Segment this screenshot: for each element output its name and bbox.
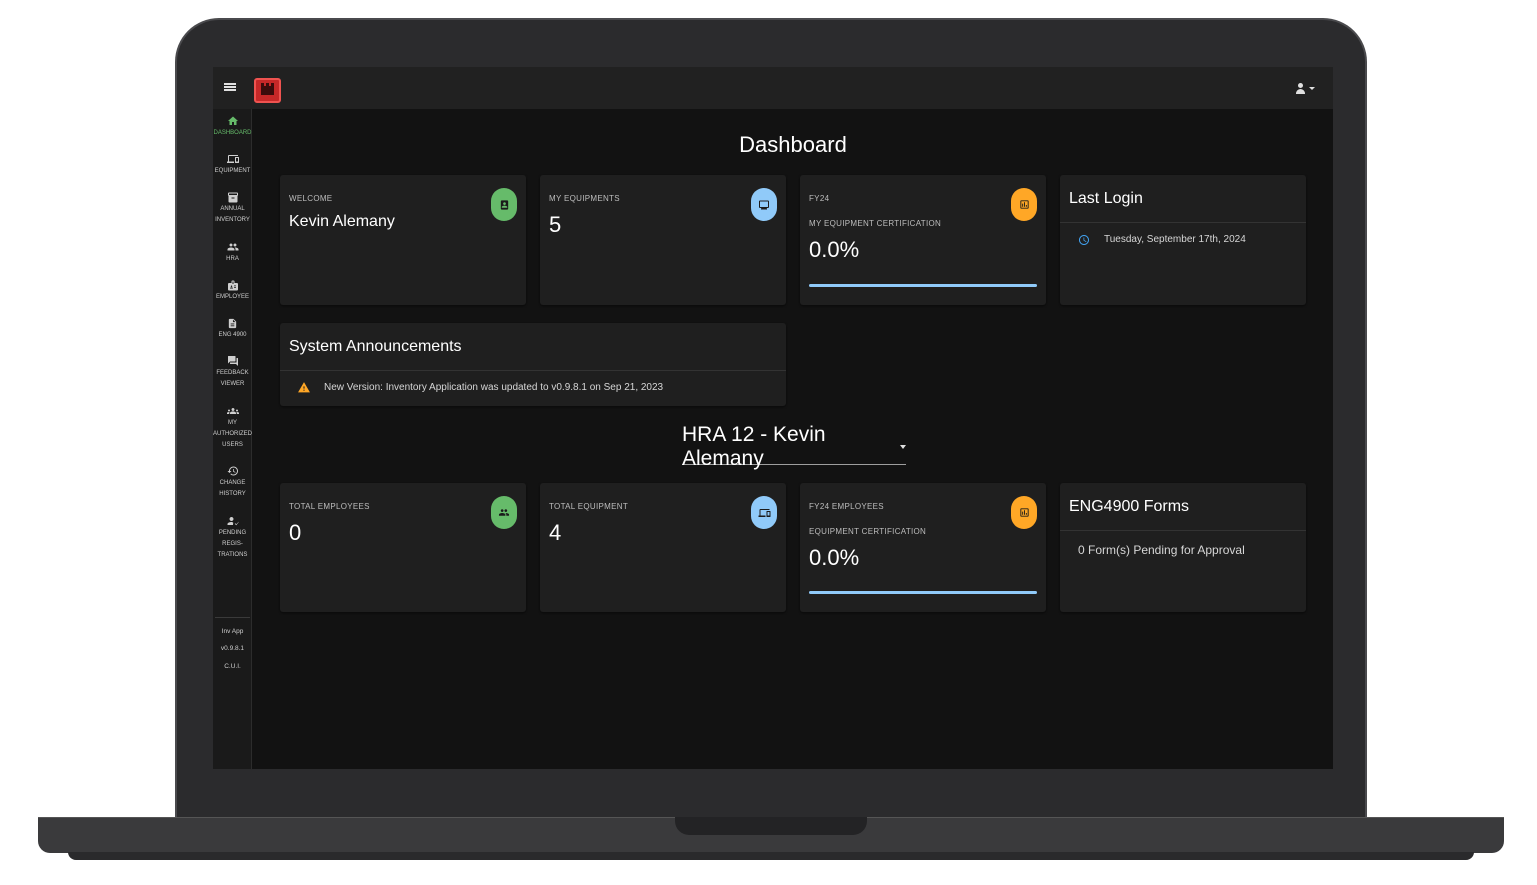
user-name: Kevin Alemany: [289, 213, 395, 230]
system-announcements-card: System Announcements New Version: Invent…: [280, 323, 786, 406]
sidebar-item-annual-inventory[interactable]: ANNUAL INVENTORY: [213, 191, 252, 226]
people-icon: [491, 496, 517, 529]
castle-logo[interactable]: [254, 78, 281, 103]
sidebar-item-label: PENDING REGIS- TRATIONS: [217, 530, 248, 558]
my-equipments-count: 5: [549, 212, 562, 237]
chevron-down-icon: [1309, 87, 1315, 90]
user-menu-button[interactable]: [1296, 83, 1315, 94]
announcement-message: New Version: Inventory Application was u…: [324, 382, 664, 393]
eng4900-forms-card[interactable]: ENG4900 Forms 0 Form(s) Pending for Appr…: [1060, 483, 1306, 612]
badge-icon: [227, 279, 239, 291]
sidebar-item-label: MY AUTHORIZED USERS: [213, 420, 252, 448]
certification-percent: 0.0%: [809, 237, 860, 262]
sidebar-item-label: CHANGE HISTORY: [219, 480, 246, 497]
sidebar-item-change-history[interactable]: CHANGE HISTORY: [213, 465, 252, 500]
employees-certification-card[interactable]: FY24 EMPLOYEES EQUIPMENT CERTIFICATION 0…: [800, 483, 1046, 612]
welcome-label: WELCOME: [289, 194, 333, 203]
total-equipment-card[interactable]: TOTAL EQUIPMENT 4: [540, 483, 786, 612]
divider: [1060, 530, 1306, 531]
top-app-bar: [213, 67, 1333, 109]
total-equipment-label: TOTAL EQUIPMENT: [549, 502, 629, 511]
main-content: Dashboard WELCOME Kevin Alemany MY EQUIP…: [253, 109, 1333, 769]
fiscal-year-label: FY24: [809, 194, 830, 203]
sidebar-divider: [215, 617, 250, 618]
person-check-icon: [227, 515, 239, 527]
sidebar-item-feedback-viewer[interactable]: FEEDBACK VIEWER: [213, 355, 252, 390]
menu-icon[interactable]: [224, 81, 236, 93]
total-employees-count: 0: [289, 520, 302, 545]
last-login-date: Tuesday, September 17th, 2024: [1104, 234, 1246, 245]
sidebar-item-employee[interactable]: EMPLOYEE: [213, 279, 252, 303]
employee-certification-label: EQUIPMENT CERTIFICATION: [809, 527, 927, 536]
sidebar-item-pending-registrations[interactable]: PENDING REGIS- TRATIONS: [213, 515, 252, 561]
hra-select[interactable]: HRA 12 - Kevin Alemany: [682, 423, 906, 470]
devices-icon: [226, 153, 239, 165]
divider: [1060, 222, 1306, 223]
divider: [280, 370, 786, 371]
app-version-label: v0.9.8.1: [220, 645, 245, 652]
chart-icon: [1011, 496, 1037, 529]
sidebar-item-dashboard[interactable]: DASHBOARD: [213, 115, 252, 139]
last-login-card: Last Login Tuesday, September 17th, 2024: [1060, 175, 1306, 305]
app-screen: DASHBOARD EQUIPMENT ANNUAL INVENTORY HRA: [213, 67, 1333, 769]
classification-label: C.U.I.: [224, 663, 241, 670]
sidebar-item-eng4900[interactable]: ENG 4900: [213, 317, 252, 341]
hra-select-value: HRA 12 - Kevin Alemany: [682, 422, 826, 470]
contact-icon: [491, 188, 517, 221]
equipment-certification-card[interactable]: FY24 MY EQUIPMENT CERTIFICATION 0.0%: [800, 175, 1046, 305]
page-title: Dashboard: [739, 132, 847, 157]
certification-label: MY EQUIPMENT CERTIFICATION: [809, 219, 942, 228]
inventory-icon: [227, 191, 239, 203]
sidebar-item-label: ENG 4900: [218, 332, 247, 338]
sidebar-item-hra[interactable]: HRA: [213, 241, 252, 265]
warning-icon: [297, 381, 311, 399]
group-icon: [226, 405, 239, 417]
sidebar-item-label: HRA: [226, 256, 239, 262]
certification-progress-bar: [809, 284, 1037, 287]
my-equipments-card[interactable]: MY EQUIPMENTS 5: [540, 175, 786, 305]
monitor-icon: [751, 188, 777, 221]
app-name-label: Inv App: [221, 628, 244, 635]
welcome-card: WELCOME Kevin Alemany: [280, 175, 526, 305]
feedback-icon: [227, 355, 239, 367]
chevron-down-icon: [900, 444, 906, 449]
sidebar-item-label: EQUIPMENT: [214, 168, 251, 174]
announcements-title: System Announcements: [289, 338, 462, 355]
last-login-title: Last Login: [1069, 190, 1143, 207]
sidebar-item-label: ANNUAL INVENTORY: [215, 206, 250, 223]
total-equipment-count: 4: [549, 520, 562, 545]
sidebar: DASHBOARD EQUIPMENT ANNUAL INVENTORY HRA: [213, 109, 252, 769]
total-employees-label: TOTAL EMPLOYEES: [289, 502, 370, 511]
my-equipments-label: MY EQUIPMENTS: [549, 194, 620, 203]
account-icon: [1296, 83, 1305, 94]
laptop-base-shadow: [68, 852, 1474, 860]
laptop-notch: [675, 817, 867, 835]
sidebar-item-label: FEEDBACK VIEWER: [216, 370, 249, 387]
people-icon: [227, 241, 239, 253]
home-icon: [227, 115, 239, 127]
fiscal-year-employees-label: FY24 EMPLOYEES: [809, 502, 884, 511]
total-employees-card[interactable]: TOTAL EMPLOYEES 0: [280, 483, 526, 612]
devices-icon: [751, 496, 777, 529]
sidebar-item-label: EMPLOYEE: [215, 294, 249, 300]
sidebar-item-my-authorized-users[interactable]: MY AUTHORIZED USERS: [213, 405, 252, 451]
sidebar-item-label: DASHBOARD: [213, 130, 252, 136]
sidebar-item-equipment[interactable]: EQUIPMENT: [213, 153, 252, 177]
employee-certification-progress-bar: [809, 591, 1037, 594]
chart-icon: [1011, 188, 1037, 221]
eng4900-title: ENG4900 Forms: [1069, 498, 1190, 515]
pending-forms-message: 0 Form(s) Pending for Approval: [1078, 543, 1245, 557]
clock-icon: [1078, 233, 1090, 251]
history-icon: [227, 465, 239, 477]
employee-certification-percent: 0.0%: [809, 545, 860, 570]
document-icon: [227, 317, 239, 329]
